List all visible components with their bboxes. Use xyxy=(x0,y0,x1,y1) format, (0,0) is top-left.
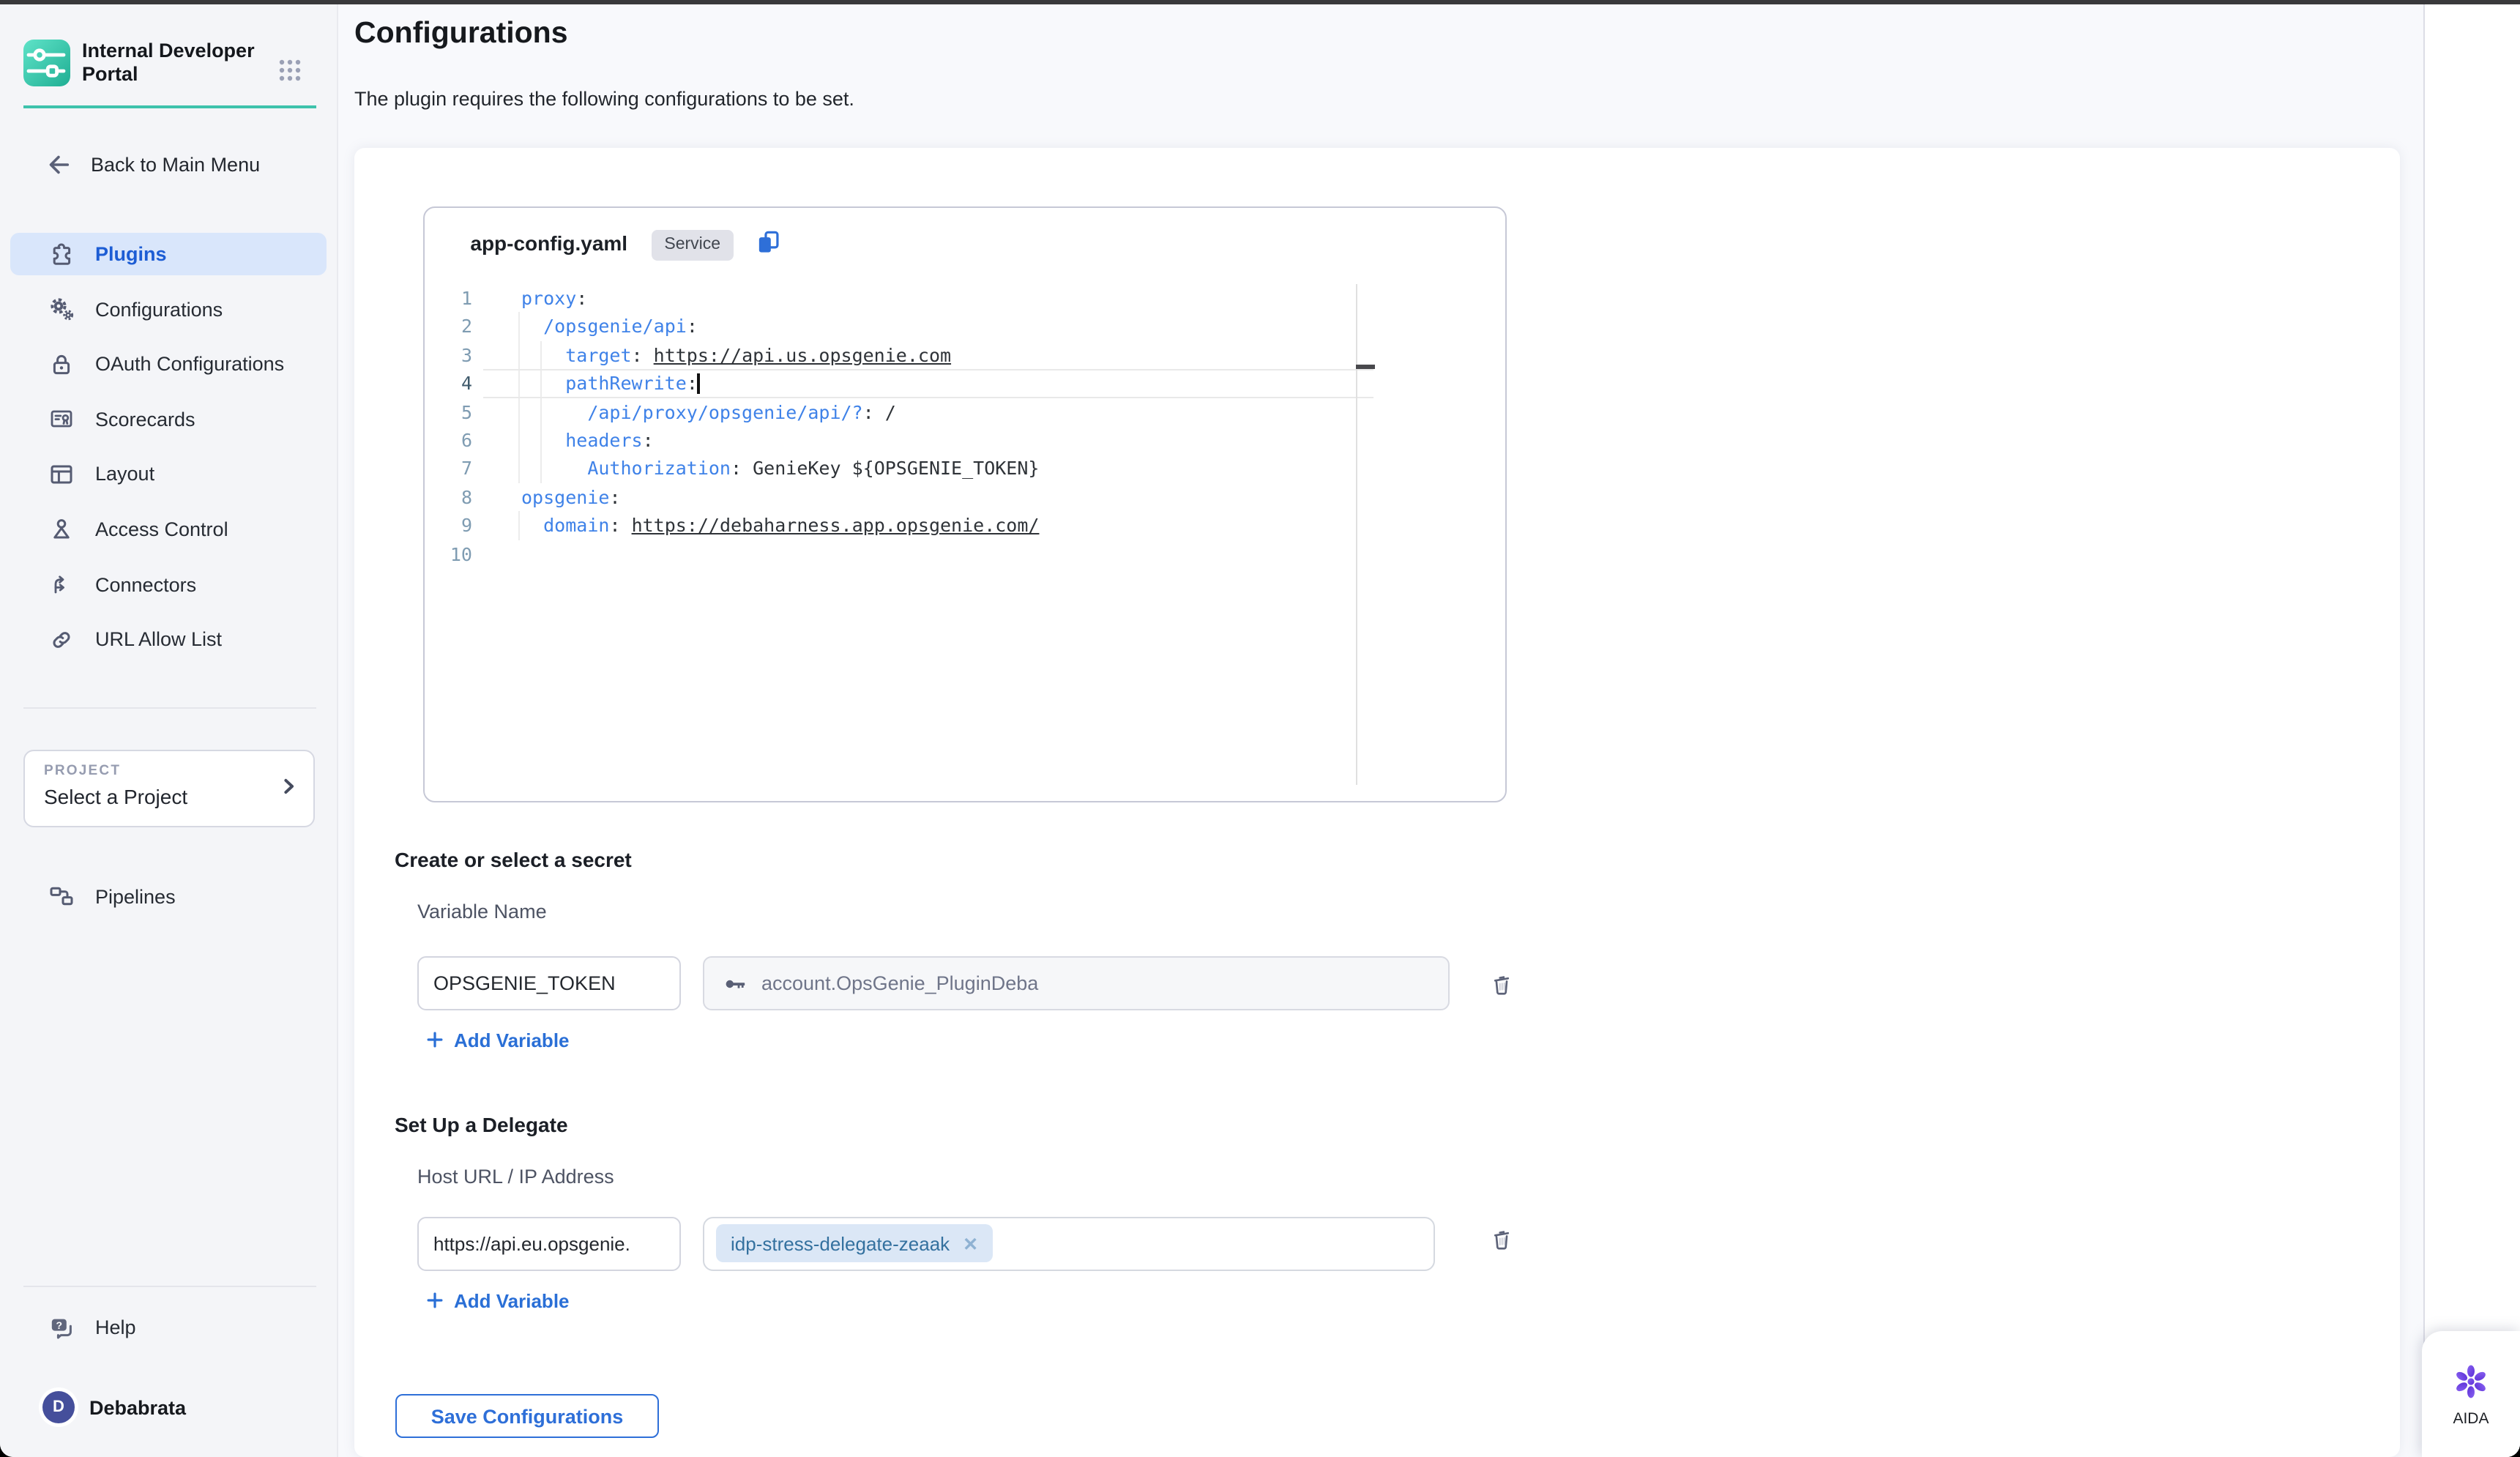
app-window: Internal Developer Portal Back to Main M… xyxy=(0,0,2520,1457)
arrow-left-icon xyxy=(44,151,72,179)
plus-icon xyxy=(425,1029,445,1050)
sidebar-item-layout[interactable]: Layout xyxy=(10,453,327,496)
idp-app: Internal Developer Portal Back to Main M… xyxy=(0,4,2520,1457)
sidebar-divider xyxy=(23,1285,316,1286)
pipelines-icon xyxy=(47,882,76,911)
app-grid-icon[interactable] xyxy=(277,56,303,83)
sidebar-item-label: OAuth Configurations xyxy=(95,353,284,375)
editor-content-edge xyxy=(1356,284,1357,785)
aida-label: AIDA xyxy=(2453,1409,2489,1427)
sidebar-nav: Plugins Configurations OAuth Configurati… xyxy=(10,233,327,660)
editor-gutter: 12345678910 xyxy=(434,284,472,568)
add-variable-button[interactable]: Add Variable xyxy=(425,1029,570,1051)
sidebar-item-connectors[interactable]: Connectors xyxy=(10,563,327,605)
sidebar-item-label: Layout xyxy=(95,463,154,485)
help-button[interactable]: ? Help xyxy=(10,1306,363,1349)
sidebar-item-label: Scorecards xyxy=(95,409,195,431)
secret-section-title: Create or select a secret xyxy=(395,847,632,871)
delete-variable-button[interactable] xyxy=(1488,969,1516,999)
project-label: Select a Project xyxy=(44,784,187,808)
sidebar-item-label: Plugins xyxy=(95,243,167,265)
sidebar-item-url-allow-list[interactable]: URL Allow List xyxy=(10,618,327,660)
aida-flower-icon xyxy=(2451,1361,2491,1401)
page-subtitle: The plugin requires the following config… xyxy=(354,87,854,109)
delegate-tags-field[interactable]: idp-stress-delegate-zeaak ✕ xyxy=(703,1216,1435,1270)
delegate-tag-label: idp-stress-delegate-zeaak xyxy=(731,1232,950,1254)
sidebar-item-configurations[interactable]: Configurations xyxy=(10,288,327,330)
host-url-label: Host URL / IP Address xyxy=(417,1165,614,1187)
remove-tag-icon[interactable]: ✕ xyxy=(963,1232,978,1254)
key-icon xyxy=(722,970,748,996)
add-delegate-variable-button[interactable]: Add Variable xyxy=(425,1289,570,1311)
sidebar-item-scorecards[interactable]: Scorecards xyxy=(10,398,327,441)
idp-logo-icon xyxy=(23,39,70,86)
scorecard-icon xyxy=(47,405,76,434)
editor-file-name: app-config.yaml xyxy=(470,231,627,255)
svg-text:?: ? xyxy=(56,1319,63,1330)
variable-name-label: Variable Name xyxy=(417,900,547,922)
sidebar-item-label: Configurations xyxy=(95,298,223,320)
delegate-tag-chip[interactable]: idp-stress-delegate-zeaak ✕ xyxy=(716,1224,993,1262)
chevron-right-icon xyxy=(275,772,302,806)
copy-icon[interactable] xyxy=(753,228,781,256)
pipelines-label: Pipelines xyxy=(95,885,176,907)
help-chat-icon: ? xyxy=(47,1313,76,1342)
lock-icon xyxy=(47,349,76,379)
back-label: Back to Main Menu xyxy=(91,154,260,176)
puzzle-icon xyxy=(47,239,76,269)
project-selector[interactable]: PROJECT Select a Project xyxy=(23,749,315,827)
sidebar-item-access-control[interactable]: Access Control xyxy=(10,508,327,551)
editor-cursor-marker xyxy=(1356,364,1375,368)
page-title: Configurations xyxy=(354,15,568,51)
sidebar-item-label: Access Control xyxy=(95,518,228,540)
add-variable-label: Add Variable xyxy=(454,1029,570,1051)
editor-code-lines[interactable]: proxy: /opsgenie/api: target: https://ap… xyxy=(521,284,1039,568)
secret-value: account.OpsGenie_PluginDeba xyxy=(761,972,1038,994)
user-menu[interactable]: D Debabrata xyxy=(42,1386,186,1428)
sidebar-item-label: URL Allow List xyxy=(95,628,222,650)
save-configurations-button[interactable]: Save Configurations xyxy=(395,1394,659,1438)
secret-select-field[interactable]: account.OpsGenie_PluginDeba xyxy=(703,956,1450,1010)
sidebar-item-pipelines[interactable]: Pipelines xyxy=(10,875,363,917)
right-gutter xyxy=(2423,4,2520,1457)
avatar: D xyxy=(42,1391,75,1423)
plus-icon xyxy=(425,1290,445,1311)
help-label: Help xyxy=(95,1316,136,1338)
layout-icon xyxy=(47,460,76,489)
indent-guide xyxy=(518,511,520,540)
host-url-input[interactable] xyxy=(417,1216,681,1270)
add-variable-label: Add Variable xyxy=(454,1289,570,1311)
user-name: Debabrata xyxy=(89,1396,186,1418)
indent-guide xyxy=(518,313,520,483)
service-badge: Service xyxy=(651,230,734,261)
project-eyebrow: PROJECT xyxy=(44,762,121,778)
aida-assistant-button[interactable]: AIDA xyxy=(2422,1331,2520,1457)
link-icon xyxy=(47,625,76,654)
sidebar: Internal Developer Portal Back to Main M… xyxy=(0,4,338,1457)
delegate-section-title: Set Up a Delegate xyxy=(395,1113,568,1136)
sidebar-item-label: Connectors xyxy=(95,573,196,595)
gears-icon xyxy=(47,294,76,324)
sidebar-divider xyxy=(23,707,316,708)
variable-name-input[interactable] xyxy=(417,956,681,1010)
sidebar-item-plugins[interactable]: Plugins xyxy=(10,233,327,275)
window-top-edge xyxy=(0,0,2520,4)
back-to-main-menu[interactable]: Back to Main Menu xyxy=(44,150,260,179)
delete-delegate-button[interactable] xyxy=(1488,1223,1516,1254)
person-icon xyxy=(47,515,76,544)
brand-title: Internal Developer Portal xyxy=(82,39,258,87)
connectors-icon xyxy=(47,570,76,599)
sidebar-item-oauth-configurations[interactable]: OAuth Configurations xyxy=(10,343,327,385)
brand-underline xyxy=(23,105,316,108)
